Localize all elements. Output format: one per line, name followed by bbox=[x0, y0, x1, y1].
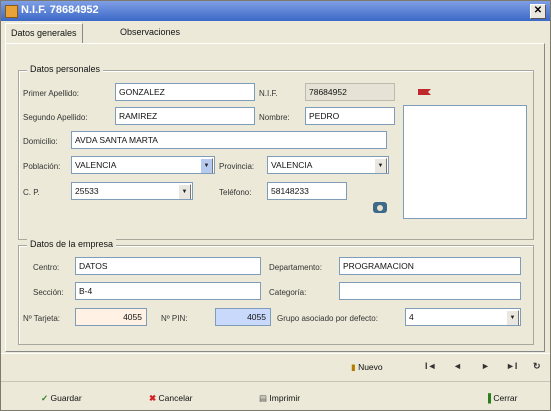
cancelar-button[interactable]: ✖ Cancelar bbox=[149, 393, 193, 404]
pin-label: Nº PIN: bbox=[161, 314, 188, 323]
departamento-field[interactable]: PROGRAMACION bbox=[339, 257, 521, 275]
chevron-down-icon[interactable]: ▼ bbox=[506, 310, 519, 325]
centro-label: Centro: bbox=[33, 263, 60, 272]
seccion-label: Sección: bbox=[33, 288, 64, 297]
company-data-group: Datos de la empresa Centro: DATOS Depart… bbox=[18, 239, 534, 345]
window-title: N.I.F. 78684952 bbox=[21, 4, 99, 16]
domicilio-label: Domicilio: bbox=[23, 137, 58, 146]
tab-strip: Datos generales Observaciones bbox=[1, 23, 550, 43]
centro-field[interactable]: DATOS bbox=[75, 257, 261, 275]
cp-value: 25533 bbox=[75, 186, 99, 196]
telefono-label: Teléfono: bbox=[219, 188, 252, 197]
nif-label: N.I.F. bbox=[259, 89, 278, 98]
close-button[interactable]: ✕ bbox=[530, 4, 546, 19]
provincia-value: VALENCIA bbox=[271, 160, 313, 170]
nombre-field[interactable]: PEDRO bbox=[305, 107, 395, 125]
segundo-apellido-label: Segundo Apellido: bbox=[23, 113, 88, 122]
provincia-label: Provincia: bbox=[219, 162, 255, 171]
flag-icon[interactable] bbox=[417, 87, 433, 97]
app-icon bbox=[5, 5, 18, 18]
categoria-label: Categoría: bbox=[269, 288, 307, 297]
cerrar-label: Cerrar bbox=[493, 393, 518, 403]
guardar-label: Guardar bbox=[50, 393, 82, 403]
cancelar-label: Cancelar bbox=[158, 393, 193, 403]
nuevo-button[interactable]: ▮ Nuevo bbox=[351, 362, 383, 373]
domicilio-field[interactable]: AVDA SANTA MARTA bbox=[71, 131, 387, 149]
photo-box[interactable] bbox=[403, 105, 527, 219]
nif-field: 78684952 bbox=[305, 83, 395, 101]
categoria-field[interactable] bbox=[339, 282, 521, 300]
personal-data-group: Datos personales Primer Apellido: GONZAL… bbox=[18, 64, 534, 240]
cp-label: C. P. bbox=[23, 188, 40, 197]
previous-record-icon[interactable]: ◄ bbox=[453, 361, 462, 371]
phone-icon[interactable] bbox=[371, 199, 389, 215]
poblacion-select[interactable]: VALENCIA ▼ bbox=[71, 156, 215, 174]
next-record-icon[interactable]: ► bbox=[481, 361, 490, 371]
grupo-label: Grupo asociado por defecto: bbox=[277, 314, 378, 323]
tarjeta-label: Nº Tarjeta: bbox=[23, 314, 61, 323]
poblacion-value: VALENCIA bbox=[75, 160, 117, 170]
pin-field[interactable]: 4055 bbox=[215, 308, 271, 326]
close-icon: ✕ bbox=[533, 5, 543, 16]
door-icon: ▐ bbox=[485, 393, 492, 403]
poblacion-label: Población: bbox=[23, 162, 61, 171]
seccion-field[interactable]: B-4 bbox=[75, 282, 261, 300]
guardar-button[interactable]: ✓ Guardar bbox=[41, 393, 82, 404]
chevron-down-icon[interactable]: ▼ bbox=[200, 158, 213, 173]
primer-apellido-label: Primer Apellido: bbox=[23, 89, 80, 98]
new-record-icon: ▮ bbox=[351, 362, 356, 372]
cerrar-button[interactable]: ▐ Cerrar bbox=[485, 393, 518, 403]
nuevo-label: Nuevo bbox=[358, 362, 383, 372]
chevron-down-icon[interactable]: ▼ bbox=[374, 158, 387, 173]
check-icon: ✓ bbox=[41, 393, 49, 403]
employee-window: N.I.F. 78684952 ✕ Datos generales Observ… bbox=[0, 0, 551, 411]
cancel-icon: ✖ bbox=[149, 393, 157, 403]
telefono-field[interactable]: 58148233 bbox=[267, 182, 347, 200]
grupo-select[interactable]: 4 ▼ bbox=[405, 308, 521, 326]
last-record-icon[interactable]: ►I bbox=[506, 361, 517, 371]
record-navigation-bar bbox=[1, 353, 550, 380]
primer-apellido-field[interactable]: GONZALEZ bbox=[115, 83, 255, 101]
imprimir-label: Imprimir bbox=[269, 393, 301, 403]
departamento-label: Departamento: bbox=[269, 263, 322, 272]
provincia-select[interactable]: VALENCIA ▼ bbox=[267, 156, 389, 174]
title-bar: N.I.F. 78684952 ✕ bbox=[1, 1, 550, 21]
tab-observaciones[interactable]: Observaciones bbox=[115, 23, 185, 42]
segundo-apellido-field[interactable]: RAMIREZ bbox=[115, 107, 255, 125]
grupo-value: 4 bbox=[409, 312, 414, 322]
personal-group-title: Datos personales bbox=[27, 64, 104, 74]
printer-icon: ▤ bbox=[259, 393, 268, 403]
tarjeta-field[interactable]: 4055 bbox=[75, 308, 147, 326]
imprimir-button[interactable]: ▤ Imprimir bbox=[259, 393, 300, 404]
tab-datos-generales[interactable]: Datos generales bbox=[5, 23, 83, 43]
chevron-down-icon[interactable]: ▼ bbox=[178, 184, 191, 199]
first-record-icon[interactable]: I◄ bbox=[425, 361, 436, 371]
refresh-icon[interactable]: ↻ bbox=[533, 361, 541, 372]
company-group-title: Datos de la empresa bbox=[27, 239, 117, 249]
nombre-label: Nombre: bbox=[259, 113, 290, 122]
cp-select[interactable]: 25533 ▼ bbox=[71, 182, 193, 200]
tab-panel: Datos personales Primer Apellido: GONZAL… bbox=[5, 43, 545, 352]
